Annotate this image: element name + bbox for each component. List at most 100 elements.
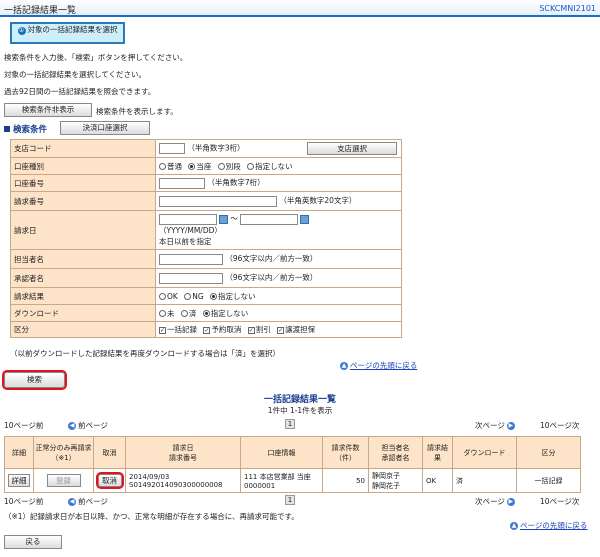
checkbox-reservation-cancel[interactable]: ✓ [203,326,211,334]
request-date-from-input[interactable] [159,213,217,225]
result-cell: OK NG 指定しない [155,287,402,305]
back-button[interactable]: 戻る [4,535,62,549]
account-number-label: 口座番号 [10,174,156,192]
pager-bottom-prev[interactable]: ◀ 前ページ [68,496,108,507]
person-input[interactable] [159,253,223,265]
instruction-1: 検索条件を入力後、「検索」ボタンを押してください。 [4,53,188,62]
radio-download-unspecified-label: 指定しない [210,308,249,318]
date-format-hint: （YYYY/MM/DD） [159,225,222,235]
category-cell: ✓ 一括記録 ✓ 予約取消 ✓ 割引 ✓ 譲渡担保 [155,321,402,338]
pager-next10[interactable]: 10ページ次 [540,420,579,431]
radio-download-not-yet-label: 未 [167,308,175,318]
radio-download-done[interactable] [180,310,188,317]
person-hint: （96文字以内／前方一致） [225,254,318,264]
table-row: 詳細 登録 取消 2014/09/03 S01492014090300000008… [4,468,581,493]
results-count: 1件中 1-1件を表示 [267,406,333,415]
col-download: ダウンロード [452,436,517,469]
approver-input[interactable] [159,272,223,284]
checkbox-transfer-collateral-label: 譲渡担保 [285,325,316,334]
page-top-link-2[interactable]: ▲ ページの先頭に戻る [510,520,587,531]
account-number-input[interactable] [159,177,205,189]
category-label: 区分 [10,321,156,338]
radio-download-unspecified[interactable] [202,310,210,317]
col-rerequest: 正常分のみ再請求（※1） [33,436,94,469]
radio-result-unspecified[interactable] [210,293,218,300]
pager-page-1[interactable]: 1 [285,419,295,429]
request-date-number-cell: 2014/09/03 S01492014090300000008 [125,468,241,493]
col-cancel: 取消 [93,436,126,469]
checkbox-bulk-record[interactable]: ✓ [159,326,166,334]
person-label: 担当者名 [10,249,156,269]
download-label: ダウンロード [10,304,156,322]
up-arrow-icon: ▲ [340,361,348,370]
radio-download-not-yet[interactable] [159,310,166,317]
calendar-icon[interactable] [300,214,310,224]
col-account-info: 口座情報 [240,436,323,469]
pager-next[interactable]: 次ページ ▶ [475,420,517,431]
checkbox-transfer-collateral[interactable]: ✓ [277,326,285,334]
hide-search-conditions-button[interactable]: 検索条件非表示 [4,103,92,117]
row-account-line1: 111 本店営業部 当座 [244,472,311,481]
row-download: 済 [452,468,517,493]
page-top-link-2-text[interactable]: ページの先頭に戻る [520,521,587,530]
result-label: 請求結果 [10,287,156,305]
cancel-button[interactable]: 取消 [95,472,124,489]
radio-current[interactable] [188,163,196,170]
step-indicator: ① 対象の一括記録結果を選択 [10,22,125,44]
request-number-hint: （半角英数字20文字） [279,196,357,206]
pager-bottom-prev-label[interactable]: 前ページ [78,497,108,506]
radio-special[interactable] [217,163,225,170]
pager-bottom-prev10[interactable]: 10ページ前 [4,496,43,507]
radio-ordinary-label: 普通 [167,161,182,171]
download-cell: 未 済 指定しない [155,304,402,322]
pager-prev10[interactable]: 10ページ前 [4,420,43,431]
request-date-to-input[interactable] [240,213,299,225]
section-square-icon [4,126,10,132]
approver-hint: （96文字以内／前方一致） [225,273,318,283]
toggle-note: 検索条件を表示します。 [96,107,178,116]
branch-code-cell: （半角数字3桁） 支店選択 [155,139,402,158]
approver-label: 承認者名 [10,268,156,288]
search-section-label: 検索条件 [4,123,47,135]
col-request-date-number: 請求日 請求番号 [125,436,241,469]
account-number-hint: （半角数字7桁） [207,178,265,188]
checkbox-discount[interactable]: ✓ [247,326,255,334]
account-number-cell: （半角数字7桁） [155,174,402,192]
pager-page-number[interactable]: 1 [285,419,295,429]
pager-bottom-page-1[interactable]: 1 [285,495,295,505]
radio-result-ng[interactable] [184,293,192,300]
radio-result-ok[interactable] [159,293,166,300]
col-detail: 詳細 [4,436,34,469]
search-section-text: 検索条件 [13,125,48,135]
pager-prev[interactable]: ◀ 前ページ [68,420,108,431]
pager-next-label[interactable]: 次ページ [475,421,505,430]
pager-bottom-next10[interactable]: 10ページ次 [540,496,579,507]
pager-bottom-next-label[interactable]: 次ページ [475,497,505,506]
request-number-input[interactable] [159,195,277,207]
col-category: 区分 [516,436,581,469]
branch-code-input[interactable] [159,143,185,154]
request-number-label: 請求番号 [10,191,156,211]
row-person: 静岡京子 [372,471,400,480]
results-table: 詳細 正常分のみ再請求（※1） 取消 請求日 請求番号 口座情報 請求件数（件）… [4,436,581,493]
calendar-icon[interactable] [219,214,228,224]
search-button[interactable]: 検索 [2,370,67,390]
pager-bottom-page-number[interactable]: 1 [285,495,295,505]
account-type-label: 口座種別 [10,157,156,175]
radio-ordinary[interactable] [159,163,166,170]
radio-result-unspecified-label: 指定しない [218,291,256,301]
branch-select-button[interactable]: 支店選択 [307,142,398,155]
page-top-link-1-text[interactable]: ページの先頭に戻る [350,361,417,370]
col-request-count: 請求件数（件） [322,436,369,469]
pager-prev-label[interactable]: 前ページ [78,421,108,430]
radio-type-unspecified[interactable] [247,163,255,170]
account-select-button[interactable]: 決済口座選択 [60,121,150,135]
page-top-link-1[interactable]: ▲ ページの先頭に戻る [340,360,417,371]
detail-cell: 詳細 [4,468,34,493]
rerequest-cell: 登録 [33,468,94,493]
rerequest-button[interactable]: 登録 [46,474,81,487]
branch-code-label: 支店コード [10,139,156,158]
detail-button[interactable]: 詳細 [8,474,30,487]
radio-download-done-label: 済 [188,308,197,318]
pager-bottom-next[interactable]: 次ページ ▶ [475,496,517,507]
